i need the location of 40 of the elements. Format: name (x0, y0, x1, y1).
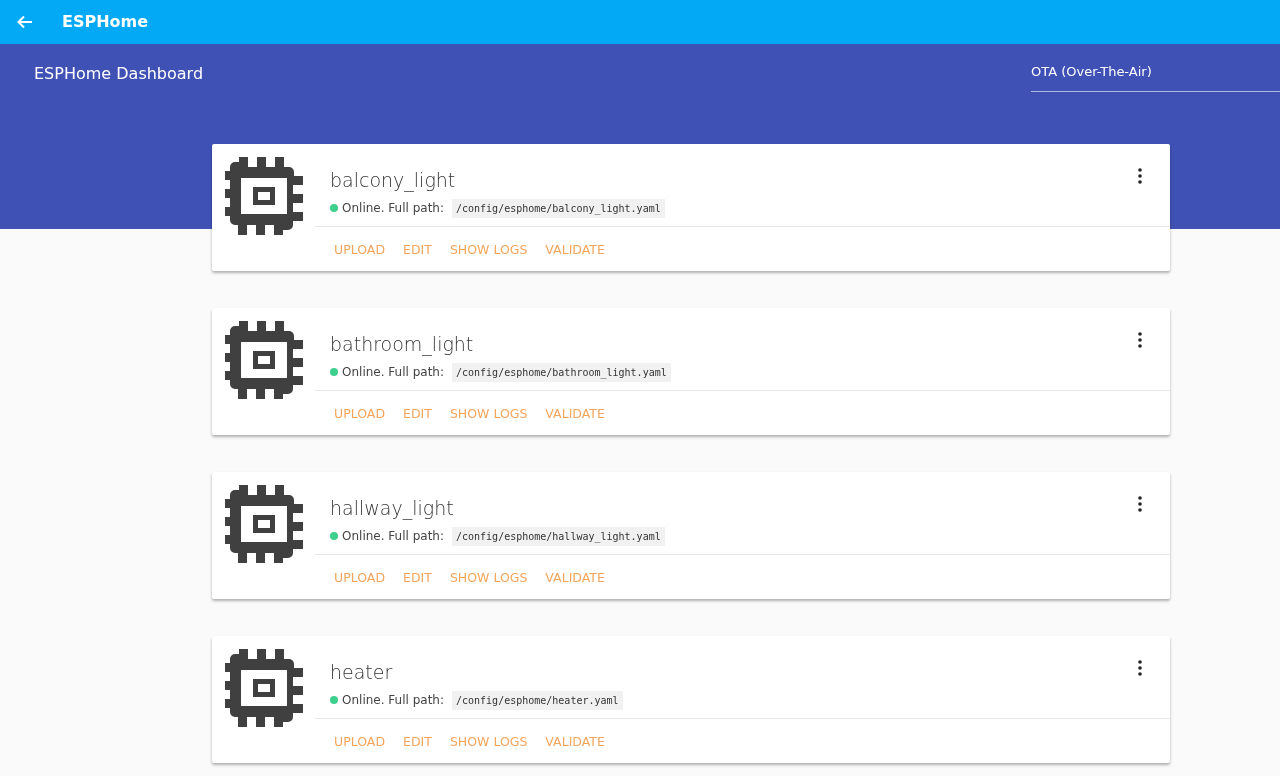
device-name: heater (330, 660, 394, 685)
config-path: /config/esphome/balcony_light.yaml (452, 198, 665, 218)
action-button[interactable]: EDIT (394, 401, 441, 428)
vertical-dots-icon (1138, 660, 1142, 676)
action-button[interactable]: SHOW LOGS (440, 565, 537, 592)
action-button[interactable]: SHOW LOGS (440, 237, 537, 264)
action-button[interactable]: UPLOAD (325, 237, 394, 264)
chip-icon (225, 649, 303, 727)
config-path: /config/esphome/heater.yaml (452, 690, 623, 710)
action-button[interactable]: VALIDATE (536, 401, 614, 428)
action-button[interactable]: UPLOAD (325, 565, 394, 592)
upload-mode-field[interactable]: OTA (Over-The-Air) (1031, 62, 1280, 92)
app-title: ESPHome (62, 11, 149, 33)
device-name: hallway_light (330, 496, 455, 522)
status-text: Online. Full path: (342, 528, 444, 545)
chip-icon (225, 485, 303, 563)
config-path: /config/esphome/hallway_light.yaml (452, 526, 665, 546)
device-name: bathroom_light (330, 332, 475, 358)
config-path: /config/esphome/bathroom_light.yaml (452, 362, 671, 382)
action-button[interactable]: VALIDATE (536, 565, 614, 592)
back-arrow-icon[interactable] (17, 15, 33, 29)
vertical-dots-icon (1138, 496, 1142, 512)
action-button[interactable]: EDIT (394, 565, 441, 592)
vertical-dots-icon (1138, 332, 1142, 348)
action-button[interactable]: EDIT (394, 237, 441, 264)
action-button[interactable]: SHOW LOGS (440, 729, 537, 756)
action-button[interactable]: VALIDATE (536, 729, 614, 756)
action-button[interactable]: SHOW LOGS (440, 401, 537, 428)
dashboard-title: ESPHome Dashboard (33, 63, 204, 85)
action-button[interactable]: EDIT (394, 729, 441, 756)
action-button[interactable]: VALIDATE (536, 237, 614, 264)
chip-icon (225, 157, 303, 235)
status-text: Online. Full path: (342, 692, 444, 709)
vertical-dots-icon (1138, 168, 1142, 184)
device-name: balcony_light (330, 168, 457, 194)
status-text: Online. Full path: (342, 364, 444, 381)
chip-icon (225, 321, 303, 399)
action-button[interactable]: UPLOAD (325, 729, 394, 756)
action-button[interactable]: UPLOAD (325, 401, 394, 428)
status-text: Online. Full path: (342, 200, 444, 217)
